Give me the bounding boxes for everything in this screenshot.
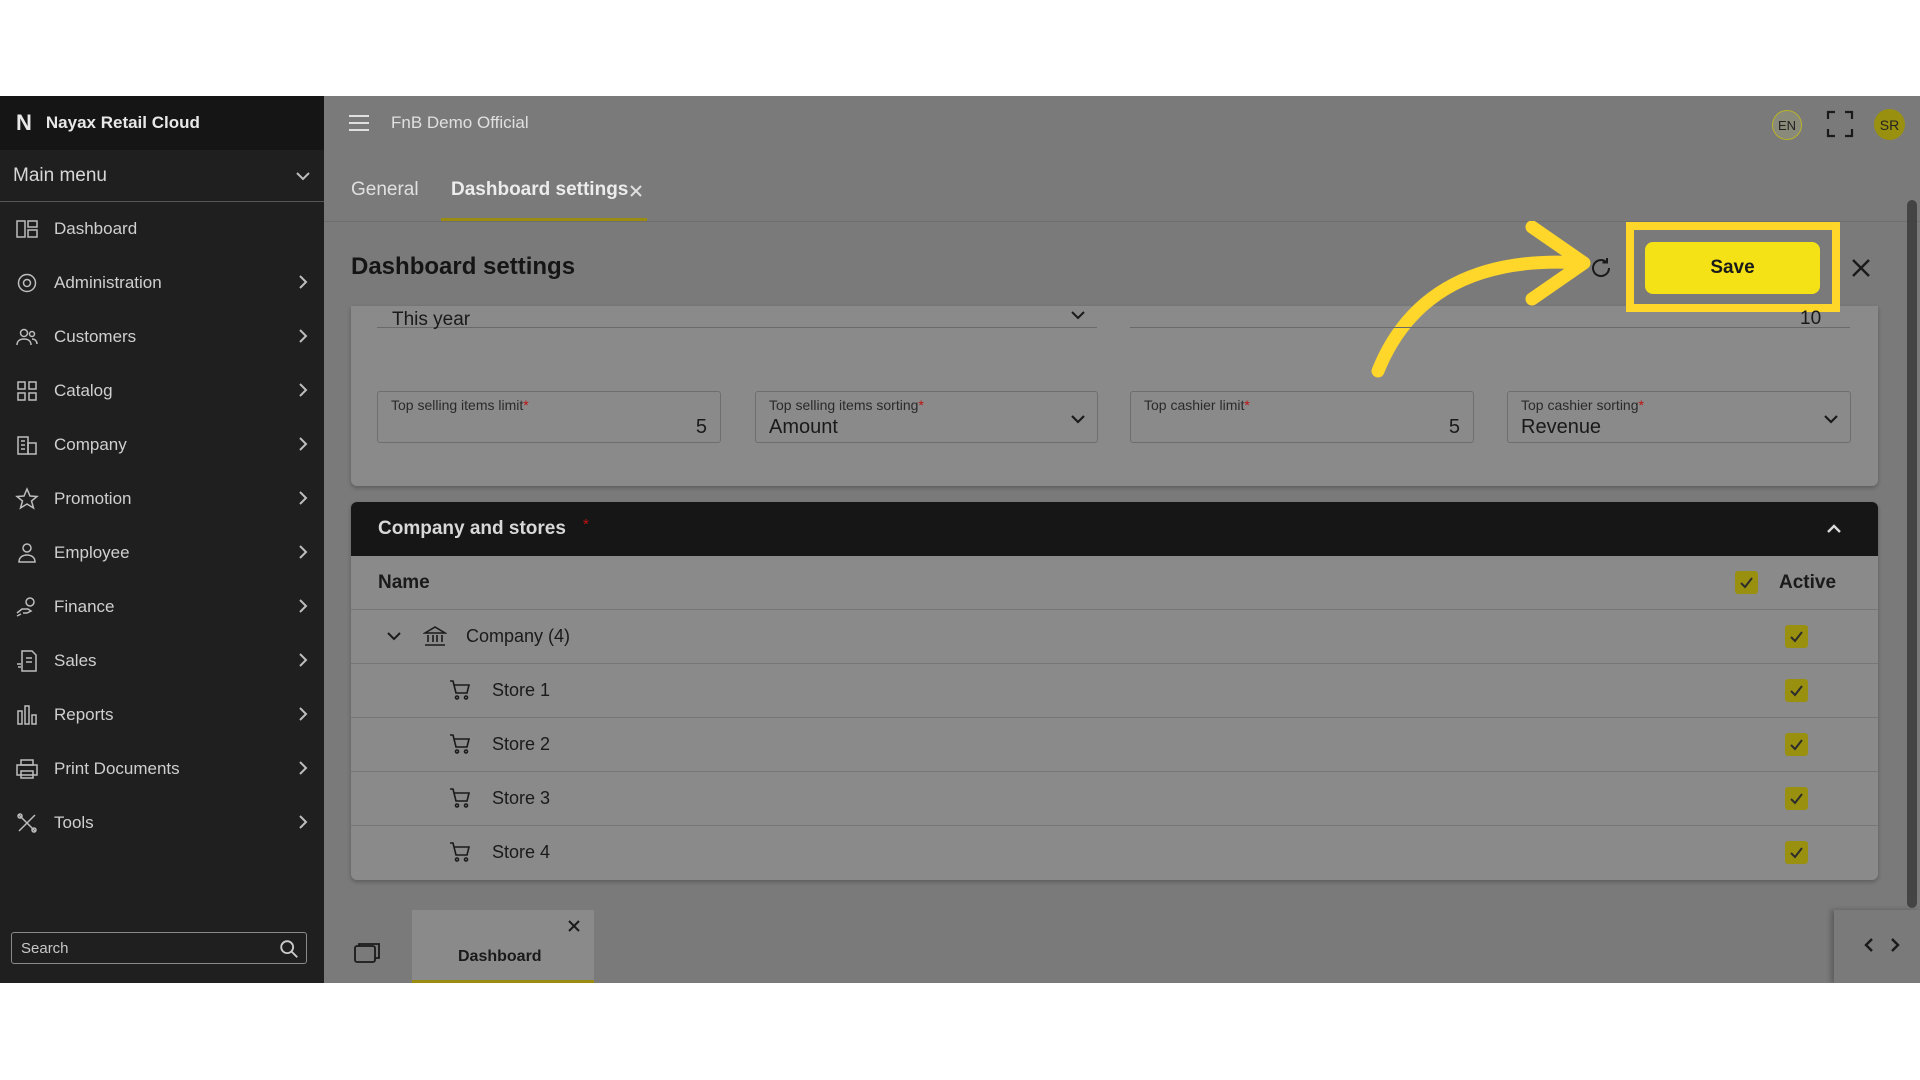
close-icon[interactable] xyxy=(1851,258,1871,278)
field-value: 5 xyxy=(695,416,707,438)
bottom-tab-dashboard[interactable]: Dashboard xyxy=(412,910,594,983)
field-label-text: Top selling items limit xyxy=(391,397,524,413)
field-value: Amount xyxy=(769,416,838,438)
check-icon xyxy=(1790,685,1803,697)
check-icon xyxy=(1790,739,1803,751)
bank-icon xyxy=(423,626,447,646)
company-stores-header[interactable]: Company and stores * xyxy=(351,502,1878,556)
check-icon xyxy=(1790,631,1803,643)
store-active-checkbox[interactable] xyxy=(1785,733,1808,756)
chevron-down-icon xyxy=(1824,415,1838,424)
store-name: Store 4 xyxy=(492,842,551,862)
field-label: Top cashier sorting* xyxy=(1521,397,1644,413)
field-label: Top cashier limit* xyxy=(1144,397,1250,413)
company-name: Company (4) xyxy=(466,626,571,646)
select-all-checkbox[interactable] xyxy=(1735,571,1758,594)
top-selling-sorting-select[interactable]: Top selling items sorting* Amount xyxy=(755,391,1098,443)
cart-icon xyxy=(450,680,471,700)
store-name: Store 2 xyxy=(492,734,551,754)
field-label-text: Top cashier limit xyxy=(1144,397,1245,413)
field-label-text: Top selling items sorting xyxy=(769,397,919,413)
content-area: Dashboard settings Save This year 10 Top… xyxy=(0,96,1920,983)
chevron-left-icon[interactable] xyxy=(1860,936,1878,954)
required-mark: * xyxy=(1638,397,1644,413)
company-active-checkbox[interactable] xyxy=(1785,625,1808,648)
tab-scroll-arrows xyxy=(1834,910,1920,983)
windows-icon[interactable] xyxy=(354,942,380,964)
check-icon xyxy=(1790,847,1803,859)
chevron-up-icon[interactable] xyxy=(1826,521,1842,537)
column-header-name: Name xyxy=(378,572,430,593)
store-active-checkbox[interactable] xyxy=(1785,679,1808,702)
field-value: 5 xyxy=(1448,416,1460,438)
field-value: Revenue xyxy=(1521,416,1602,438)
field-label: Top selling items limit* xyxy=(391,397,529,413)
top-cashier-sorting-select[interactable]: Top cashier sorting* Revenue xyxy=(1507,391,1851,443)
table-row-company: Company (4) xyxy=(351,610,1878,664)
field-label-text: Top cashier sorting xyxy=(1521,397,1639,413)
bottom-tab-label: Dashboard xyxy=(458,948,542,965)
table-row: Store 1 xyxy=(351,664,1878,718)
required-mark: * xyxy=(523,397,529,413)
check-icon xyxy=(1740,577,1753,589)
table-row: Store 4 xyxy=(351,826,1878,880)
period-value: This year xyxy=(392,309,471,330)
company-stores-card: Company and stores * Name Active Company… xyxy=(351,502,1878,880)
table-header-row: Name Active xyxy=(351,556,1878,610)
top-selling-limit-field[interactable]: Top selling items limit* 5 xyxy=(377,391,721,443)
store-active-checkbox[interactable] xyxy=(1785,787,1808,810)
limit-value: 10 xyxy=(1800,308,1822,329)
cart-icon xyxy=(450,734,471,754)
store-name: Store 3 xyxy=(492,788,551,808)
store-active-checkbox[interactable] xyxy=(1785,841,1808,864)
check-icon xyxy=(1790,793,1803,805)
chevron-down-icon xyxy=(1071,311,1085,320)
store-name: Store 1 xyxy=(492,680,551,700)
chevron-down-icon[interactable] xyxy=(385,627,403,645)
chevron-down-icon xyxy=(1071,415,1085,424)
field-label: Top selling items sorting* xyxy=(769,397,924,413)
limit-field[interactable] xyxy=(1130,276,1850,328)
required-mark: * xyxy=(918,397,924,413)
table-row: Store 2 xyxy=(351,718,1878,772)
cart-icon xyxy=(450,842,471,862)
chevron-right-icon[interactable] xyxy=(1886,936,1904,954)
bottom-tab-bar: Dashboard xyxy=(324,910,1920,983)
table-row: Store 3 xyxy=(351,772,1878,826)
column-header-active: Active xyxy=(1779,572,1837,593)
section-title: Company and stores xyxy=(378,518,566,539)
top-cashier-limit-field[interactable]: Top cashier limit* 5 xyxy=(1130,391,1474,443)
required-mark: * xyxy=(1244,397,1250,413)
close-tab-icon[interactable] xyxy=(568,920,580,932)
period-select[interactable] xyxy=(377,276,1097,328)
scrollbar[interactable] xyxy=(1907,200,1917,908)
required-mark: * xyxy=(583,516,589,533)
cart-icon xyxy=(450,788,471,808)
